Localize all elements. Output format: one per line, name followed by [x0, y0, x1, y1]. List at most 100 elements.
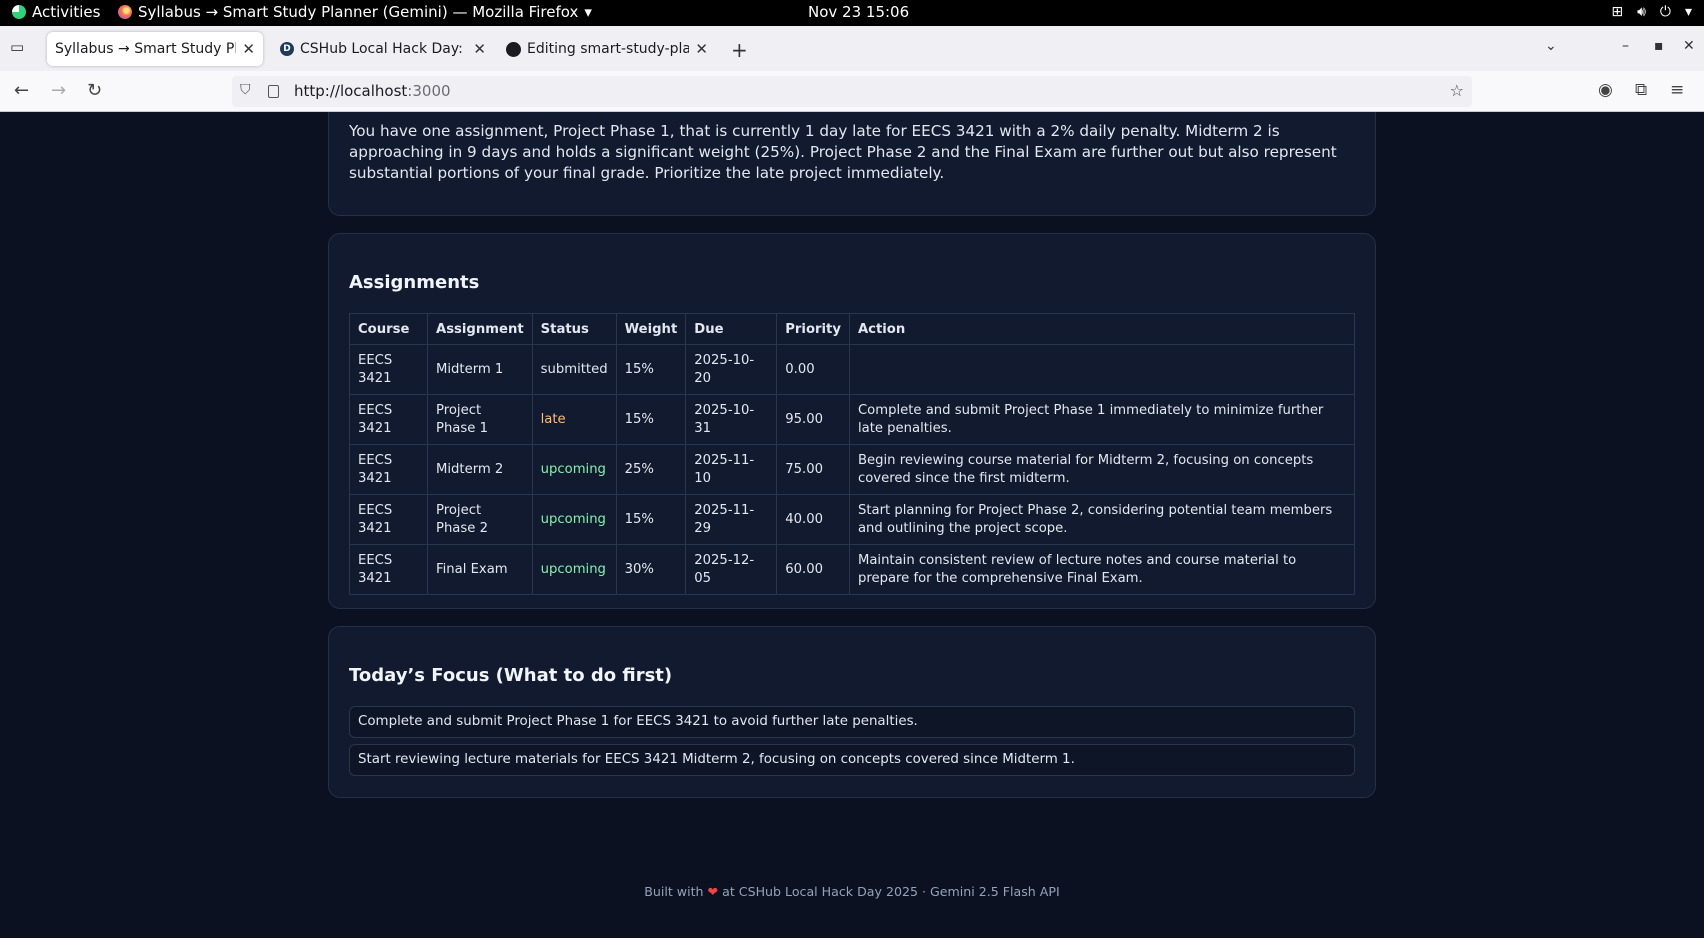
cell-course: EECS 3421 — [349, 494, 428, 545]
maximize-icon[interactable]: ▪ — [1654, 38, 1664, 54]
new-tab-button[interactable]: + — [731, 38, 748, 62]
chevron-down-icon: ▾ — [584, 3, 592, 21]
column-header: Status — [531, 313, 617, 345]
system-top-bar: Activities Syllabus → Smart Study Planne… — [0, 0, 1704, 26]
cell-action: Complete and submit Project Phase 1 imme… — [848, 394, 1356, 445]
cell-action — [848, 344, 1356, 395]
close-icon[interactable]: ✕ — [695, 40, 708, 58]
cell-priority: 0.00 — [776, 344, 850, 395]
cell-assignment: Final Exam — [427, 544, 533, 595]
column-header: Course — [349, 313, 428, 345]
menu-icon[interactable]: ≡ — [1670, 80, 1684, 100]
bookmark-star-icon[interactable]: ☆ — [1450, 81, 1464, 100]
forward-icon[interactable]: → — [51, 80, 66, 101]
todays-focus-card: Today’s Focus (What to do first) Complet… — [328, 626, 1376, 798]
cell-status: upcoming — [531, 544, 617, 595]
tab-github-editing[interactable]: Editing smart-study-planner ✕ — [498, 32, 716, 66]
cell-status: upcoming — [531, 494, 617, 545]
firefox-icon — [118, 5, 132, 19]
assignments-card: Assignments Course Assignment Status Wei… — [328, 233, 1376, 609]
column-header: Action — [848, 313, 1356, 345]
table-header-row: Course Assignment Status Weight Due Prio… — [349, 313, 1356, 345]
cell-status: upcoming — [531, 444, 617, 495]
cell-weight: 30% — [615, 544, 687, 595]
firefox-view-icon[interactable]: ▭ — [10, 38, 24, 56]
system-tray[interactable]: ⊞ 🔊︎ ⏻ ▾ — [1611, 4, 1692, 20]
cell-weight: 15% — [615, 394, 687, 445]
column-header: Priority — [776, 313, 850, 345]
table-row: EECS 3421 Project Phase 2 upcoming 15% 2… — [349, 494, 1356, 545]
page-footer: Built with ❤ at CSHub Local Hack Day 202… — [644, 884, 1060, 899]
assignments-title: Assignments — [349, 272, 480, 293]
navigation-bar: ← → ↻ ⛉ http://localhost:3000 ☆ ◉ ⧉ ≡ — [0, 71, 1704, 112]
close-icon[interactable]: ✕ — [473, 40, 486, 58]
cell-assignment: Project Phase 1 — [427, 394, 533, 445]
summary-text: You have one assignment, Project Phase 1… — [349, 122, 1337, 182]
table-row: EECS 3421 Midterm 1 submitted 15% 2025-1… — [349, 344, 1356, 395]
cell-action: Maintain consistent review of lecture no… — [848, 544, 1356, 595]
clock[interactable]: Nov 23 15:06 — [808, 3, 909, 21]
reload-icon[interactable]: ↻ — [87, 80, 102, 101]
close-window-icon[interactable]: ✕ — [1683, 38, 1695, 54]
cell-due: 2025-11-10 — [685, 444, 778, 495]
cell-due: 2025-10-20 — [685, 344, 778, 395]
focus-title: Today’s Focus (What to do first) — [349, 665, 673, 686]
devpost-icon: D — [280, 42, 294, 56]
cell-due: 2025-10-31 — [685, 394, 778, 445]
minimize-icon[interactable]: – — [1622, 38, 1629, 54]
heart-icon: ❤ — [707, 884, 719, 899]
gnome-logo-icon — [12, 5, 26, 19]
cell-priority: 60.00 — [776, 544, 850, 595]
cell-course: EECS 3421 — [349, 544, 428, 595]
chevron-down-icon[interactable]: ▾ — [1685, 4, 1692, 20]
cell-assignment: Midterm 2 — [427, 444, 533, 495]
close-icon[interactable]: ✕ — [242, 40, 255, 58]
app-menu[interactable]: Syllabus → Smart Study Planner (Gemini) … — [118, 3, 592, 21]
tab-strip: ▭ Syllabus → Smart Study Planner ✕ D CSH… — [0, 26, 1704, 71]
cell-assignment: Project Phase 2 — [427, 494, 533, 545]
cell-status: late — [531, 394, 617, 445]
activities-button[interactable]: Activities — [12, 3, 100, 21]
url-text[interactable]: http://localhost:3000 — [294, 82, 451, 100]
url-bar[interactable]: ⛉ http://localhost:3000 ☆ — [232, 76, 1472, 107]
table-row: EECS 3421 Project Phase 1 late 15% 2025-… — [349, 394, 1356, 445]
cell-weight: 25% — [615, 444, 687, 495]
cell-due: 2025-12-05 — [685, 544, 778, 595]
column-header: Due — [685, 313, 778, 345]
page-info-icon[interactable] — [268, 85, 279, 98]
list-item: Complete and submit Project Phase 1 for … — [349, 706, 1355, 738]
column-header: Assignment — [427, 313, 533, 345]
cell-priority: 95.00 — [776, 394, 850, 445]
page-viewport: You have one assignment, Project Phase 1… — [0, 112, 1704, 938]
column-header: Weight — [615, 313, 687, 345]
cell-priority: 75.00 — [776, 444, 850, 495]
tracking-protection-icon[interactable]: ⛉ — [240, 82, 251, 98]
github-icon — [506, 41, 521, 57]
list-all-tabs-icon[interactable]: ⌄ — [1545, 38, 1557, 54]
cell-action: Start planning for Project Phase 2, cons… — [848, 494, 1356, 545]
table-row: EECS 3421 Midterm 2 upcoming 25% 2025-11… — [349, 444, 1356, 495]
back-icon[interactable]: ← — [14, 80, 29, 101]
cell-course: EECS 3421 — [349, 344, 428, 395]
volume-icon[interactable]: 🔊︎ — [1637, 4, 1646, 20]
list-item: Start reviewing lecture materials for EE… — [349, 744, 1355, 776]
summary-card: You have one assignment, Project Phase 1… — [328, 112, 1376, 216]
cell-assignment: Midterm 1 — [427, 344, 533, 395]
account-icon[interactable]: ◉ — [1598, 80, 1613, 100]
cell-status: submitted — [531, 344, 617, 395]
cell-weight: 15% — [615, 494, 687, 545]
cell-course: EECS 3421 — [349, 394, 428, 445]
network-icon[interactable]: ⊞ — [1611, 4, 1623, 20]
assignments-table: Course Assignment Status Weight Due Prio… — [349, 313, 1356, 595]
tab-study-planner[interactable]: Syllabus → Smart Study Planner ✕ — [47, 32, 263, 66]
cell-course: EECS 3421 — [349, 444, 428, 495]
tab-cshub[interactable]: D CSHub Local Hack Day: CS ✕ — [272, 32, 494, 66]
power-icon[interactable]: ⏻ — [1660, 4, 1671, 20]
table-row: EECS 3421 Final Exam upcoming 30% 2025-1… — [349, 544, 1356, 595]
cell-priority: 40.00 — [776, 494, 850, 545]
cell-action: Begin reviewing course material for Midt… — [848, 444, 1356, 495]
extensions-icon[interactable]: ⧉ — [1635, 80, 1647, 100]
app-title: Syllabus → Smart Study Planner (Gemini) … — [138, 3, 579, 21]
cell-due: 2025-11-29 — [685, 494, 778, 545]
cell-weight: 15% — [615, 344, 687, 395]
